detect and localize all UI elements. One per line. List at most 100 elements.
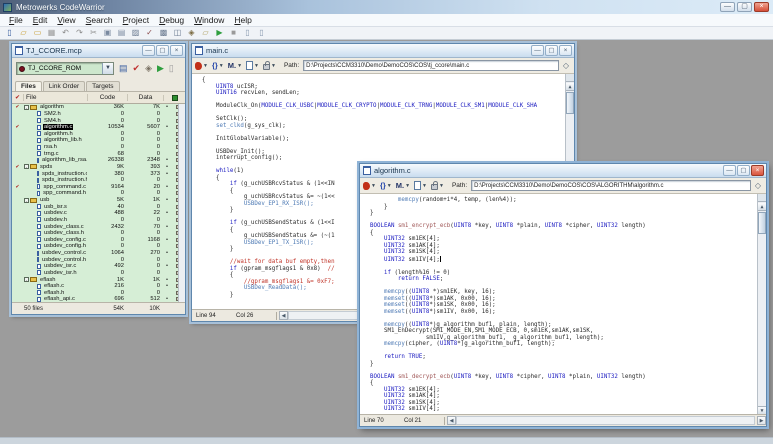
file-name[interactable]: usbdev_class.h (43, 230, 85, 236)
file-name[interactable]: usbdev_control.c (41, 250, 87, 256)
table-row[interactable]: usbdev_isr.h00 (12, 270, 185, 277)
redo-icon[interactable]: ↷ (74, 28, 85, 38)
table-row[interactable]: usbdev.h00 (12, 217, 185, 224)
new-file-icon[interactable]: ▯ (4, 28, 15, 38)
file-name[interactable]: usbdev_isr.c (43, 263, 77, 269)
table-row[interactable]: usbdev_class.h00 (12, 230, 185, 237)
file-name[interactable]: spds (39, 164, 53, 170)
check-syntax-icon[interactable]: ✓ (144, 28, 155, 38)
table-row[interactable]: spds_instruction.h00 (12, 177, 185, 184)
collapse-icon[interactable]: - (24, 277, 29, 282)
menu-debug[interactable]: Debug (154, 15, 189, 25)
file-list-header[interactable]: ✔ File Code Data (12, 92, 185, 104)
table-row[interactable]: usb_isr.s400 (12, 203, 185, 210)
main-minimize-button[interactable]: — (531, 45, 544, 56)
file-name[interactable]: spp_command.h (42, 190, 87, 196)
doc1-icon[interactable]: ▯ (242, 28, 253, 38)
file-name[interactable]: usbdev.c (43, 210, 68, 216)
file-name[interactable]: usb (39, 197, 50, 203)
doc2-icon[interactable]: ▯ (256, 28, 267, 38)
function-popup[interactable]: ▼ (195, 62, 208, 70)
table-row[interactable]: rsa.h00 (12, 144, 185, 151)
debug-icon[interactable]: ▯ (169, 63, 174, 74)
save-icon[interactable]: ▦ (46, 28, 57, 38)
code-column-header[interactable]: Code (87, 94, 127, 101)
table-row[interactable]: usbdev_control.h00 (12, 256, 185, 263)
main-editor-title-bar[interactable]: main.c — ▢ × (192, 44, 574, 58)
app-close-button[interactable]: × (754, 2, 769, 12)
file-name[interactable]: usbdev_isr.h (43, 270, 78, 276)
project-title-bar[interactable]: TJ_CCORE.mcp — ▢ × (12, 44, 185, 58)
project-minimize-button[interactable]: — (142, 45, 155, 56)
main-maximize-button[interactable]: ▢ (545, 45, 558, 56)
stop-icon[interactable]: ■ (228, 28, 239, 38)
menu-file[interactable]: File (4, 15, 28, 25)
file-name[interactable]: eflash.h (43, 290, 65, 296)
table-row[interactable]: eflash.h00 (12, 290, 185, 297)
table-row[interactable]: -usb5K1K• (12, 197, 185, 204)
open-file-icon[interactable]: ▭ (32, 28, 43, 38)
file-name[interactable]: algorithm.h (43, 131, 74, 137)
collapse-icon[interactable]: - (24, 164, 29, 169)
project-scrollbar[interactable] (178, 104, 185, 302)
paste-icon[interactable]: ▤ (116, 28, 127, 38)
table-row[interactable]: usbdev_config.c01168• (12, 237, 185, 244)
table-row[interactable]: trng.c680 (12, 150, 185, 157)
algo-code-area[interactable]: memcpy(random+i*4, temp, (len%4)); }} BO… (360, 194, 766, 414)
file-name[interactable]: eflash_api.c (43, 296, 76, 302)
file-name[interactable]: usbdev_class.c (43, 224, 85, 230)
synchronize-icon[interactable]: ▤ (119, 63, 128, 74)
copy-icon[interactable]: ▣ (102, 28, 113, 38)
file-name[interactable]: usb_isr.s (43, 204, 68, 210)
menu-window[interactable]: Window (189, 15, 229, 25)
file-name[interactable]: usbdev_config.c (43, 237, 87, 243)
main-hscroll-left-icon[interactable]: ◀ (279, 311, 288, 320)
braces-popup[interactable]: {}▼ (212, 61, 224, 70)
table-row[interactable]: SM4.h00 (12, 117, 185, 124)
algo-maximize-button[interactable]: ▢ (737, 165, 750, 176)
markers-popup[interactable]: M.▼ (396, 181, 410, 190)
document-popup[interactable]: ▼ (246, 61, 259, 70)
table-row[interactable]: usbdev_config.h00 (12, 243, 185, 250)
file-column-header[interactable]: File (23, 94, 87, 101)
group-icon[interactable]: ▱ (200, 28, 211, 38)
file-name[interactable]: SM2.h (43, 111, 62, 117)
table-row[interactable]: usbdev_control.c1064270• (12, 250, 185, 257)
file-name[interactable]: algorithm_lib.h (43, 137, 83, 143)
algo-hscrollbar[interactable] (456, 416, 755, 425)
compile-icon[interactable]: ▨ (130, 28, 141, 38)
algo-hscroll-left-icon[interactable]: ◀ (447, 416, 456, 425)
table-row[interactable]: SM2.h00 (12, 111, 185, 118)
algo-editor-scrollbar[interactable]: ▲▼ (757, 194, 766, 414)
document-popup[interactable]: ▼ (414, 181, 427, 190)
file-name[interactable]: algorithm.c (43, 124, 73, 130)
file-name[interactable]: spds_instruction.h (41, 177, 87, 183)
file-name[interactable]: algorithm_lib_rsa... (41, 157, 87, 163)
table-row[interactable]: usbdev.c48822• (12, 210, 185, 217)
menu-help[interactable]: Help (229, 15, 256, 25)
algo-close-button[interactable]: × (751, 165, 764, 176)
table-row[interactable]: ✔algorithm.c105345607• (12, 124, 185, 131)
dropdown-arrow-icon[interactable]: ▼ (102, 63, 113, 74)
table-row[interactable]: -eflash1K1K• (12, 276, 185, 283)
make-icon[interactable]: ◈ (145, 63, 152, 74)
app-minimize-button[interactable]: — (720, 2, 735, 12)
markers-popup[interactable]: M.▼ (228, 61, 242, 70)
algo-minimize-button[interactable]: — (723, 165, 736, 176)
table-row[interactable]: eflash.c2160• (12, 283, 185, 290)
lock-popup[interactable]: ▼ (263, 61, 276, 70)
table-row[interactable]: eflash_api.c696512• (12, 296, 185, 302)
braces-popup[interactable]: {}▼ (380, 181, 392, 190)
algo-path-field[interactable]: D:\Projects\CCM3310\Demo\DemoCOS\COS\ALG… (471, 180, 751, 191)
algo-hscroll-right-icon[interactable]: ▶ (757, 416, 766, 425)
check-syntax-icon[interactable]: ✔ (133, 63, 141, 74)
file-name[interactable]: rsa.h (43, 144, 58, 150)
settings-icon[interactable]: ◈ (186, 28, 197, 38)
collapse-icon[interactable]: - (24, 105, 29, 110)
lock-popup[interactable]: ▼ (431, 181, 444, 190)
table-row[interactable]: spds_instruction.c380373• (12, 170, 185, 177)
app-maximize-button[interactable]: ▢ (737, 2, 752, 12)
menu-project[interactable]: Project (118, 15, 154, 25)
collapse-icon[interactable]: - (24, 198, 29, 203)
project-maximize-button[interactable]: ▢ (156, 45, 169, 56)
